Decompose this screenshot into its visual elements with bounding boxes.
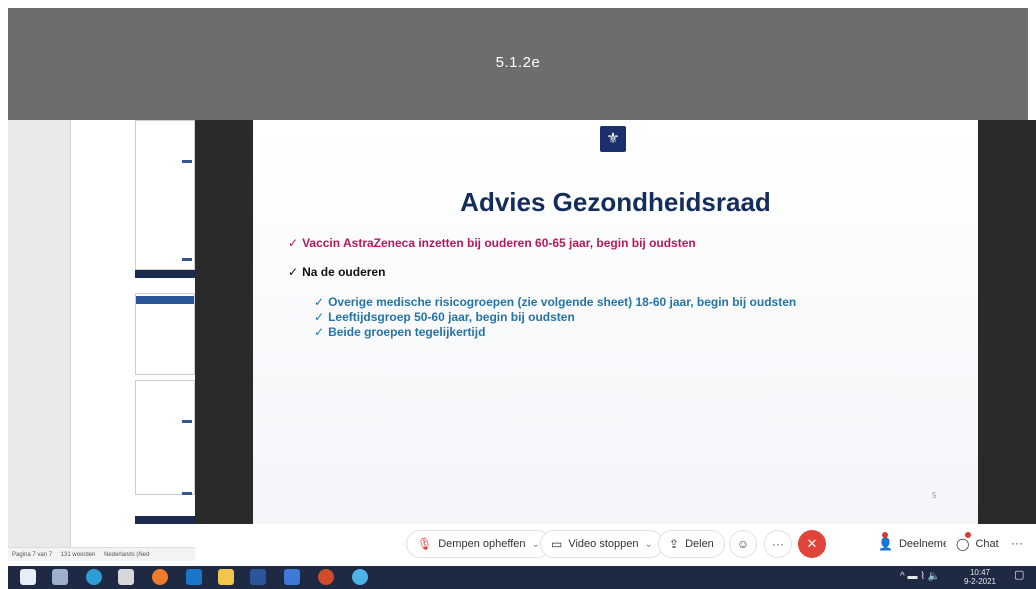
check-icon: ✓ [288, 236, 299, 250]
start-icon[interactable] [20, 569, 36, 585]
thumbnail-taskbar [135, 516, 195, 524]
bullet-text: Leeftijdsgroep 50-60 jaar, begin bij oud… [328, 310, 575, 324]
screenshot-thumbnail [135, 380, 195, 495]
word-count[interactable]: 131 woorden [61, 552, 96, 558]
language-indicator[interactable]: Nederlands (Ned [104, 552, 149, 558]
reactions-button[interactable]: ☺ [729, 530, 757, 558]
app-icon[interactable] [284, 569, 300, 585]
check-icon: ✓ [314, 325, 325, 339]
outlook-icon[interactable] [186, 569, 202, 585]
slide-bullet: ✓ Vaccin AstraZeneca inzetten bij ouderen… [288, 236, 696, 250]
chrome-icon[interactable] [352, 569, 368, 585]
notification-dot [882, 532, 888, 538]
bullet-text: Overige medische risicogroepen (zie volg… [328, 295, 797, 309]
leave-meeting-button[interactable]: ✕ [798, 530, 826, 558]
edge-icon[interactable] [86, 569, 102, 585]
slide-sub-bullet: ✓ Overige medische risicogroepen (zie vol… [314, 295, 796, 309]
chat-bubble-icon: ◯ [956, 537, 970, 551]
firefox-icon[interactable] [152, 569, 168, 585]
check-icon: ✓ [288, 265, 299, 279]
unmute-label: Dempen opheffen [438, 538, 526, 550]
word-icon[interactable] [250, 569, 266, 585]
check-icon: ✓ [314, 310, 325, 324]
more-menu-button[interactable]: ··· [1003, 530, 1031, 558]
stop-video-button[interactable]: ▭ Video stoppen ⌄ [540, 530, 664, 558]
bullet-text: Beide groepen tegelijkertijd [328, 325, 486, 339]
thumbnail-taskbar [135, 270, 195, 278]
redaction-code: 5.1.2e [495, 54, 541, 71]
clock-date: 9-2-2021 [963, 577, 997, 586]
share-icon: ⇪ [669, 537, 680, 551]
bullet-text: Na de ouderen [302, 265, 386, 279]
page-count[interactable]: Pagina 7 van 7 [12, 552, 52, 558]
rijksoverheid-logo-icon: ⚜ [600, 126, 626, 152]
share-label: Delen [685, 538, 714, 550]
thumbnail-detail [182, 258, 192, 261]
store-icon[interactable] [118, 569, 134, 585]
screenshot-thumbnail [135, 293, 195, 375]
microphone-muted-icon: 🎙 [417, 537, 433, 551]
clock-time: 10:47 [969, 568, 991, 577]
more-options-button[interactable]: ··· [764, 530, 792, 558]
chat-button[interactable]: ◯ Chat [946, 530, 1009, 558]
notification-dot [965, 532, 971, 538]
thumbnail-detail [182, 420, 192, 423]
slide-sub-bullet: ✓ Beide groepen tegelijkertijd [314, 325, 485, 339]
share-button[interactable]: ⇪ Delen [658, 530, 725, 558]
check-icon: ✓ [314, 295, 325, 309]
chat-label: Chat [975, 538, 999, 550]
clock[interactable]: 10:47 9-2-2021 [960, 568, 1000, 586]
bullet-text: Vaccin AstraZeneca inzetten bij ouderen … [302, 236, 696, 250]
participants-icon: 👤 [878, 537, 893, 551]
chevron-down-icon[interactable]: ⌄ [532, 539, 540, 550]
screenshot-thumbnail [135, 120, 195, 270]
powerpoint-icon[interactable] [318, 569, 334, 585]
file-explorer-icon[interactable] [218, 569, 234, 585]
system-tray-icons[interactable]: ^ ▬ ⌇ 🔈 [900, 572, 940, 582]
thumbnail-detail [182, 492, 192, 495]
chevron-down-icon[interactable]: ⌄ [644, 539, 652, 550]
slide-title: Advies Gezondheidsraad [460, 187, 771, 217]
slide-bullet: ✓ Na de ouderen [288, 265, 385, 279]
stop-video-label: Video stoppen [568, 538, 639, 550]
notification-center-icon[interactable]: ▢ [1014, 570, 1024, 581]
unmute-button[interactable]: 🎙 Dempen opheffen ⌄ [406, 530, 551, 558]
thumbnail-header [136, 296, 194, 304]
slide-page-number: 5 [932, 491, 937, 500]
screen: 5.1.2e Pagina 7 van 7 131 woorden Nederl… [0, 0, 1036, 589]
word-status-bar: Pagina 7 van 7 131 woorden Nederlands (N… [8, 547, 195, 561]
slide-sub-bullet: ✓ Leeftijdsgroep 50-60 jaar, begin bij ou… [314, 310, 575, 324]
video-camera-icon: ▭ [551, 537, 563, 551]
thumbnail-detail [182, 160, 192, 163]
task-view-icon[interactable] [52, 569, 68, 585]
